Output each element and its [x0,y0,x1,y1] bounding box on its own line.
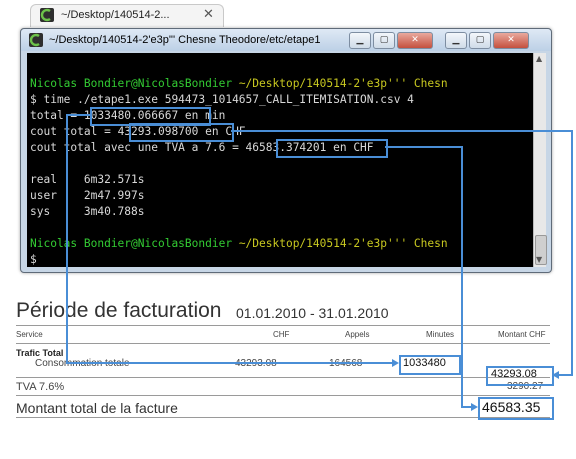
arrowhead [471,403,478,411]
row-appels: 164568 [329,358,363,369]
column-service: Service [16,330,43,339]
column-minutes: Minutes [426,330,455,339]
minimize-button-2[interactable]: ▁ [445,32,467,49]
highlight-cout-tva [276,139,388,158]
close-button[interactable]: ✕ [397,32,433,49]
arrowhead [392,359,399,367]
divider [16,377,550,378]
minimize-button[interactable]: ▁ [349,32,371,49]
maximize-button-2[interactable]: ▢ [469,32,491,49]
section-label: Trafic Total [16,348,64,358]
terminal-output[interactable]: Nicolas Bondier@NicolasBondier ~/Desktop… [27,53,533,267]
highlight-minutes [399,355,461,375]
divider [16,395,550,396]
window-title: ~/Desktop/140514-2'e3p''' Chesne Theodor… [49,34,321,46]
last-prompt: $ [30,253,37,266]
command-line: $ time ./etape1.exe 594473_1014657_CALL_… [30,93,414,106]
invoice-period: 01.01.2010 - 31.01.2010 [236,305,389,321]
highlight-montant [486,366,554,386]
invoice-title: Période de facturation [16,299,222,322]
prompt-line: Nicolas Bondier@NicolasBondier ~/Desktop… [30,77,448,90]
terminal-tab[interactable]: ~/Desktop/140514-2... ✕ [30,4,224,27]
column-montant: Montant CHF [498,330,546,339]
column-appels: Appels [345,330,370,339]
column-chf: CHF [273,330,290,339]
tab-title: ~/Desktop/140514-2... [61,9,170,21]
vertical-scrollbar[interactable]: ▲ ▼ [533,53,547,267]
window-titlebar[interactable]: ~/Desktop/140514-2'e3p''' Chesne Theodor… [21,29,551,51]
divider [16,343,550,344]
highlight-total [478,397,554,420]
scroll-down-icon[interactable]: ▼ [536,255,542,264]
tva-label: TVA 7.6% [16,381,65,393]
cygwin-icon [40,8,54,22]
scroll-up-icon[interactable]: ▲ [536,54,542,63]
divider [16,417,550,418]
close-button-2[interactable]: ✕ [493,32,529,49]
maximize-button[interactable]: ▢ [373,32,395,49]
row-chf: 43293.08 [235,358,277,369]
cygwin-icon [29,33,43,47]
total-label: Montant total de la facture [16,400,178,416]
prompt-line-2: Nicolas Bondier@NicolasBondier ~/Desktop… [30,237,448,250]
highlight-cout-total [129,123,234,142]
tab-bar: ~/Desktop/140514-2... ✕ [0,0,576,30]
divider [16,325,550,326]
time-sys-line: sys 3m40.788s [30,205,145,218]
row-label: Consommation totale [35,358,130,369]
close-icon[interactable]: ✕ [203,7,214,22]
time-real-line: real 6m32.571s [30,173,145,186]
time-user-line: user 2m47.997s [30,189,145,202]
